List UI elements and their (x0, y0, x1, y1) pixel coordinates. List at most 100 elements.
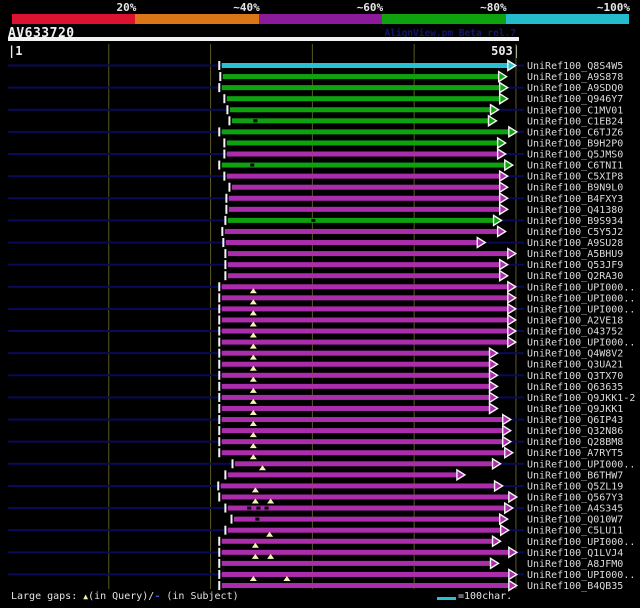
hit-label[interactable]: UniRef100_A9SDQ0 (527, 83, 623, 94)
alignment-bar[interactable] (225, 240, 478, 246)
hit-label[interactable]: UniRef100_Q010W7 (527, 515, 623, 526)
alignment-bar[interactable] (221, 306, 508, 312)
hit-label[interactable]: UniRef100_Q28BM8 (527, 437, 623, 448)
alignment-bar[interactable] (221, 439, 503, 445)
alignment-bar[interactable] (221, 63, 508, 68)
alignment-bar[interactable] (221, 317, 508, 323)
alignment-bar[interactable] (220, 483, 495, 489)
hit-label[interactable]: UniRef100_C6TJZ6 (527, 127, 623, 138)
alignment-bar[interactable] (226, 96, 500, 102)
alignment-bar[interactable] (221, 494, 509, 500)
hit-label[interactable]: UniRef100_Q8S4W5 (527, 61, 623, 72)
hit-label[interactable]: UniRef100_Q63635 (527, 382, 623, 393)
hit-label[interactable]: UniRef100_Q4W8V2 (527, 349, 623, 360)
alignment-bar[interactable] (228, 195, 500, 201)
alignment-bar[interactable] (221, 583, 509, 589)
alignment-start-tick (218, 370, 221, 380)
alignment-bar[interactable] (231, 118, 489, 124)
hit-label[interactable]: UniRef100_A9SU28 (527, 238, 623, 249)
hit-label[interactable]: UniRef100_A4S345 (527, 504, 623, 515)
alignment-bar[interactable] (221, 295, 508, 301)
hit-label[interactable]: UniRef100_UPI000.. (527, 293, 635, 304)
alignment-bar[interactable] (226, 173, 500, 179)
hit-label[interactable]: UniRef100_A8JFM0 (527, 559, 623, 570)
hit-label[interactable]: UniRef100_A5BHU9 (527, 249, 623, 260)
hit-label[interactable]: UniRef100_B4FXY3 (527, 194, 623, 205)
alignment-bar[interactable] (221, 328, 508, 334)
direction-arrow-icon (488, 346, 499, 360)
alignment-bar[interactable] (221, 549, 509, 555)
alignment-bar[interactable] (221, 428, 503, 434)
alignment-bar[interactable] (221, 538, 493, 544)
hit-label[interactable]: UniRef100_UPI000.. (527, 338, 635, 349)
hit-label[interactable]: UniRef100_B6THW7 (527, 470, 623, 481)
alignment-bar[interactable] (221, 405, 490, 411)
hit-label[interactable]: UniRef100_UPI000.. (527, 282, 635, 293)
hit-label[interactable]: UniRef100_A2VE18 (527, 315, 623, 326)
alignment-bar[interactable] (221, 560, 491, 566)
hit-label[interactable]: UniRef100_Q6IP43 (527, 415, 623, 426)
hit-label[interactable]: UniRef100_Q5JMS0 (527, 150, 623, 161)
hit-label[interactable]: UniRef100_B9S934 (527, 216, 623, 227)
hit-label[interactable]: UniRef100_C6TNI1 (527, 161, 623, 172)
alignment-bar[interactable] (231, 184, 500, 190)
hit-label[interactable]: UniRef100_Q9JKK1-2 (527, 393, 635, 404)
hit-label[interactable]: UniRef100_A9S878 (527, 72, 623, 83)
alignment-bar[interactable] (227, 262, 500, 268)
alignment-bar[interactable] (233, 516, 500, 522)
alignment-bar[interactable] (221, 417, 503, 423)
hit-label[interactable]: UniRef100_Q5ZL19 (527, 481, 623, 492)
hit-label[interactable]: UniRef100_Q9JKK1 (527, 404, 623, 415)
alignment-bar[interactable] (227, 251, 508, 257)
alignment-bar[interactable] (227, 273, 500, 279)
alignment-bar[interactable] (221, 450, 505, 456)
alignment-bar[interactable] (221, 361, 490, 367)
alignment-bar[interactable] (227, 472, 457, 478)
hit-label[interactable]: UniRef100_Q3TX70 (527, 371, 623, 382)
alignment-bar[interactable] (227, 217, 494, 223)
alignment-bar[interactable] (221, 85, 500, 91)
hit-label[interactable]: UniRef100_Q32N86 (527, 426, 623, 437)
alignment-bar[interactable] (221, 162, 505, 168)
hit-label[interactable]: UniRef100_A7RYT5 (527, 448, 623, 459)
hit-label[interactable]: UniRef100_C5LU11 (527, 526, 623, 537)
alignment-bar[interactable] (221, 339, 508, 345)
alignment-bar[interactable] (224, 228, 498, 234)
hit-label[interactable]: UniRef100_B9N9L0 (527, 183, 623, 194)
hit-label[interactable]: UniRef100_UPI000.. (527, 570, 635, 581)
hit-label[interactable]: UniRef100_C5XIP8 (527, 172, 623, 183)
alignment-bar[interactable] (226, 151, 498, 157)
hit-label[interactable]: UniRef100_Q53JF9 (527, 260, 623, 271)
hit-label[interactable]: UniRef100_Q1LVJ4 (527, 548, 623, 559)
alignment-bar[interactable] (227, 505, 505, 511)
hit-label[interactable]: UniRef100_B4QB35 (527, 581, 623, 592)
hit-label[interactable]: UniRef100_Q2RA30 (527, 271, 623, 282)
direction-arrow-icon (489, 103, 500, 117)
alignment-bar[interactable] (221, 372, 490, 378)
hit-label[interactable]: UniRef100_Q3UA21 (527, 360, 623, 371)
alignment-bar[interactable] (221, 394, 490, 400)
hit-label[interactable]: UniRef100_B9H2P0 (527, 138, 623, 149)
hit-label[interactable]: UniRef100_Q567Y3 (527, 492, 623, 503)
hit-label[interactable]: UniRef100_UPI000.. (527, 459, 635, 470)
alignment-bar[interactable] (229, 107, 491, 113)
alignment-bar[interactable] (221, 350, 490, 356)
hit-label[interactable]: UniRef100_C5Y5J2 (527, 227, 623, 238)
alignment-bar[interactable] (221, 383, 490, 389)
alignment-start-tick (218, 581, 221, 591)
hit-label[interactable]: UniRef100_O43752 (527, 327, 623, 338)
hit-label[interactable]: UniRef100_UPI000.. (527, 537, 635, 548)
hit-label[interactable]: UniRef100_C1MV01 (527, 105, 623, 116)
hit-label[interactable]: UniRef100_Q946Y7 (527, 94, 623, 105)
alignment-bar[interactable] (234, 461, 493, 467)
alignment-bar[interactable] (222, 74, 499, 80)
alignment-bar[interactable] (227, 527, 501, 533)
alignment-bar[interactable] (221, 129, 509, 135)
hit-label[interactable]: UniRef100_UPI000.. (527, 304, 635, 315)
alignment-bar[interactable] (228, 206, 500, 212)
alignment-bar[interactable] (226, 140, 498, 146)
hit-label[interactable]: UniRef100_C1EB24 (527, 116, 623, 127)
hit-label[interactable]: UniRef100_Q41380 (527, 205, 623, 216)
alignment-bar[interactable] (221, 571, 509, 577)
alignment-bar[interactable] (221, 284, 508, 290)
